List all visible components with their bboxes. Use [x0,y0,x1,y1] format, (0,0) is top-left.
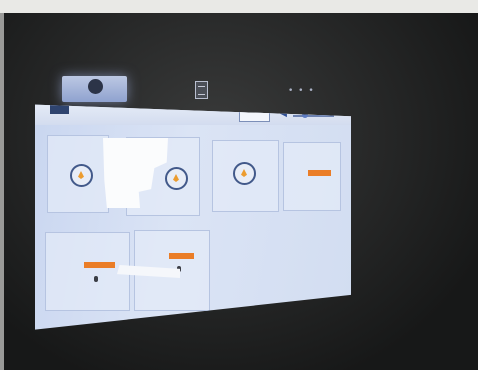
projected-app-icon[interactable] [62,76,127,102]
app-badge[interactable] [50,105,69,114]
top-white-strip [0,0,478,13]
projected-screen: ◀ [35,104,351,330]
projected-faint-text [18,59,70,67]
gauge-icon [165,167,188,190]
level-bar [84,262,115,268]
gauge-icon [233,162,256,185]
flame-icon [241,169,247,177]
flame-icon [78,171,84,179]
document-icon[interactable] [195,81,208,99]
tile-3[interactable] [212,140,279,212]
tile-5[interactable] [45,232,130,311]
level-bar [169,253,194,259]
tile-1[interactable] [47,135,109,213]
level-bar [308,170,331,176]
app-logo-icon [88,79,103,94]
gauge-icon [70,164,93,187]
flame-icon [173,174,179,182]
more-dots-icon[interactable]: • • • [288,86,315,96]
left-edge-strip [0,13,4,370]
indicator-icon [94,276,98,282]
tile-4[interactable] [283,142,341,211]
